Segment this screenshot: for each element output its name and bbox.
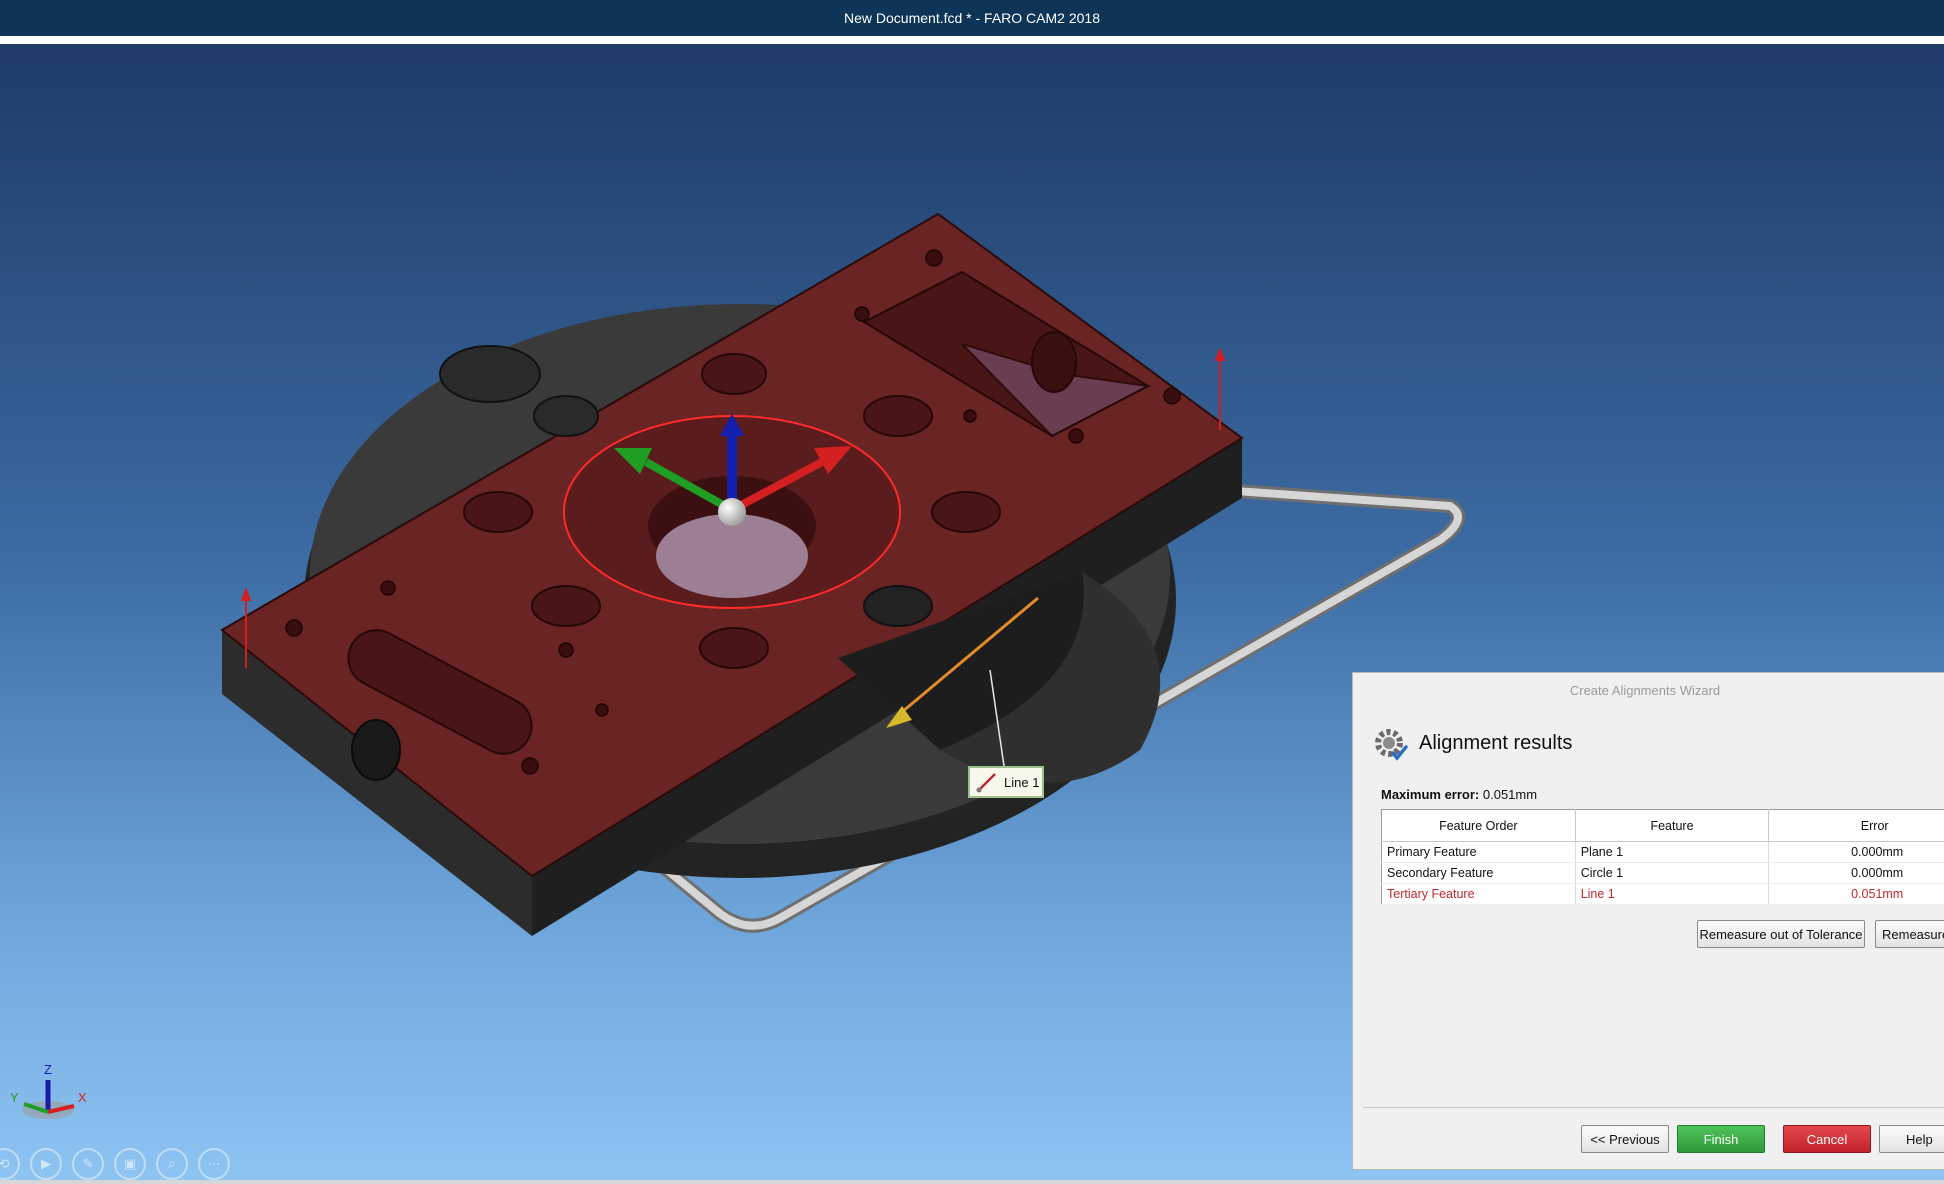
wizard-title: Create Alignments Wizard: [1569, 683, 1721, 698]
table-header-row: Feature Order Feature Error: [1381, 809, 1944, 842]
error-cell: 0.000mm: [1768, 862, 1944, 884]
column-header-feature-order[interactable]: Feature Order: [1381, 809, 1576, 842]
feature-order-cell: Tertiary Feature: [1381, 883, 1576, 905]
previous-button[interactable]: << Previous: [1581, 1125, 1669, 1153]
table-row[interactable]: Tertiary Feature Line 1 0.051mm: [1381, 883, 1944, 905]
feature-cell: Plane 1: [1575, 841, 1770, 863]
triad-y-label: Y: [10, 1090, 19, 1105]
column-header-feature[interactable]: Feature: [1575, 809, 1770, 842]
remeasure-out-of-tolerance-button[interactable]: Remeasure out of Tolerance: [1697, 920, 1865, 948]
feature-order-cell: Primary Feature: [1381, 841, 1576, 863]
divider: [1363, 1107, 1944, 1108]
gear-check-icon: [1375, 729, 1408, 761]
max-error: Maximum error: 0.051mm: [1381, 787, 1537, 802]
fit-view-icon[interactable]: ▣: [114, 1148, 146, 1180]
more-icon[interactable]: ⋯: [198, 1148, 230, 1180]
status-strip: [0, 1180, 1944, 1184]
feature-callout[interactable]: Line 1: [968, 766, 1044, 798]
callout-label: Line 1: [1004, 774, 1040, 790]
alignment-wizard-dialog: Create Alignments Wizard Alignment resul…: [1352, 672, 1944, 1170]
triad-x-label: X: [78, 1090, 87, 1105]
wizard-header: Alignment results: [1369, 723, 1572, 763]
remeasure-button[interactable]: Remeasure: [1875, 920, 1944, 948]
rotate-icon[interactable]: ⟲: [0, 1148, 20, 1180]
title-bar: New Document.fcd * - FARO CAM2 2018: [0, 0, 1944, 40]
error-cell: 0.000mm: [1768, 841, 1944, 863]
error-cell: 0.051mm: [1768, 883, 1944, 905]
axis-triad: Z Y X: [10, 1062, 87, 1119]
cancel-button[interactable]: Cancel: [1783, 1125, 1871, 1153]
viewport-toolbar: ⟲ ▶ ✎ ▣ ⌕ ⋯: [0, 1148, 230, 1180]
column-header-error[interactable]: Error: [1768, 809, 1944, 842]
window-title: New Document.fcd * - FARO CAM2 2018: [844, 10, 1100, 26]
max-error-value: 0.051mm: [1482, 787, 1538, 802]
line-feature-icon: [976, 773, 996, 793]
help-button[interactable]: Help: [1879, 1125, 1944, 1153]
triad-z-label: Z: [44, 1062, 52, 1077]
measure-icon[interactable]: ✎: [72, 1148, 104, 1180]
feature-order-cell: Secondary Feature: [1381, 862, 1576, 884]
table-row[interactable]: Primary Feature Plane 1 0.000mm: [1381, 841, 1944, 863]
max-error-label: Maximum error:: [1381, 787, 1480, 802]
wizard-heading: Alignment results: [1419, 731, 1573, 754]
table-row[interactable]: Secondary Feature Circle 1 0.000mm: [1381, 862, 1944, 884]
finish-button[interactable]: Finish: [1677, 1125, 1765, 1153]
alignment-results-table: Feature Order Feature Error Primary Feat…: [1381, 809, 1944, 905]
feature-cell: Line 1: [1575, 883, 1770, 905]
feature-cell: Circle 1: [1575, 862, 1770, 884]
play-icon[interactable]: ▶: [30, 1148, 62, 1180]
zoom-icon[interactable]: ⌕: [156, 1148, 188, 1180]
